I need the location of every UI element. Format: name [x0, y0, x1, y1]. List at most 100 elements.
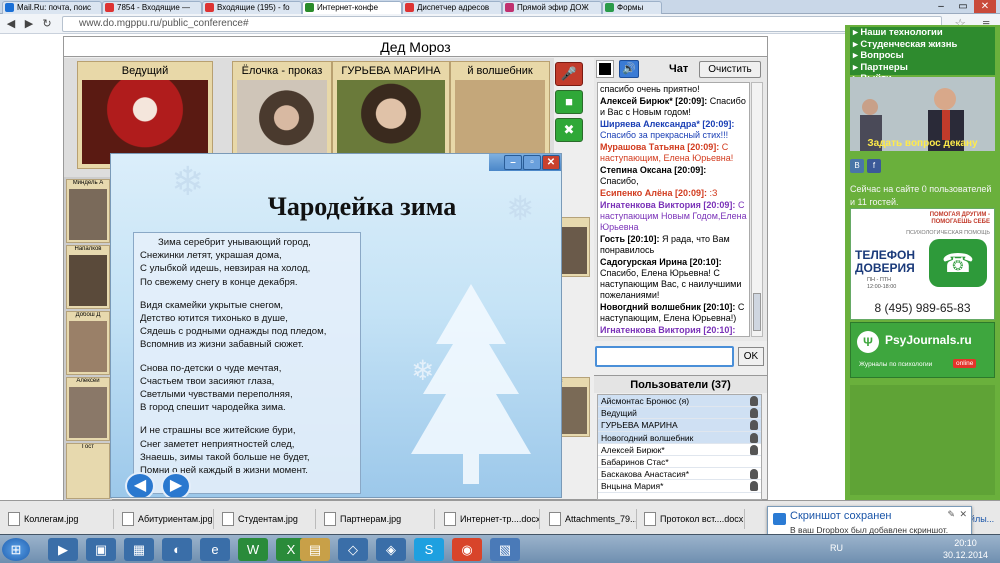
user-name: ГУРЬЕВА МАРИНА: [601, 420, 678, 431]
user-row[interactable]: Ведущий: [598, 407, 761, 420]
text-color-swatch[interactable]: [596, 60, 614, 78]
user-row[interactable]: Алексей Бирюк*: [598, 444, 761, 456]
prev-arrow-icon[interactable]: ◀: [125, 472, 155, 497]
nav-label: Студенческая жизнь: [860, 38, 958, 50]
vk-icon[interactable]: В: [850, 159, 864, 173]
browser-tab[interactable]: Формы: [602, 1, 662, 14]
download-item[interactable]: Студентам.jpg: [218, 509, 316, 529]
media-player-icon[interactable]: ▶: [48, 538, 78, 561]
app-icon[interactable]: ◇: [338, 538, 368, 561]
url-input[interactable]: www.do.mgppu.ru/public_conference#: [62, 16, 942, 32]
send-ok-button[interactable]: OK: [738, 347, 764, 366]
language-indicator[interactable]: RU: [830, 543, 843, 553]
shield-icon[interactable]: ◈: [376, 538, 406, 561]
pin-icon[interactable]: ✎: [947, 509, 955, 520]
media-controls: 🎤 ■ ✖: [554, 59, 592, 149]
download-filename: Студентам.jpg: [238, 514, 298, 524]
browser-tab[interactable]: Mail.Ru: почта, поис: [2, 1, 102, 14]
maximize-icon[interactable]: ▭: [952, 0, 974, 13]
poem-line: Знаешь, зимы такой больше не будет,: [140, 451, 310, 463]
participant-thumb[interactable]: Добош Д: [66, 311, 110, 375]
download-item[interactable]: Коллегам.jpg: [4, 509, 114, 529]
sidebar-nav-item[interactable]: ▸ Вопросы: [850, 50, 995, 62]
ask-dean-banner[interactable]: Задать вопрос декану: [850, 77, 995, 151]
image-viewer-icon[interactable]: ▧: [490, 538, 520, 561]
user-row[interactable]: Новогодний волшебник: [598, 431, 761, 444]
sidebar-nav-item[interactable]: ▸ Наши технологии: [850, 27, 995, 39]
chat-message-input[interactable]: [595, 346, 734, 367]
facebook-icon[interactable]: f: [867, 159, 881, 173]
download-filename: Интернет-тр....docx: [460, 514, 540, 524]
video-feed: [337, 80, 445, 164]
chat-author: Мурашова Татьяна [20:09]:: [600, 142, 720, 152]
forward-icon[interactable]: ▶: [22, 17, 36, 31]
hotline-title-2: ДОВЕРИЯ: [855, 261, 915, 275]
back-icon[interactable]: ◀: [4, 17, 18, 31]
calculator-icon[interactable]: ▦: [124, 538, 154, 561]
thumb-label: Напалков: [74, 246, 102, 252]
close-window-icon[interactable]: ✕: [974, 0, 996, 13]
mic-muted-icon[interactable]: 🎤: [555, 62, 583, 86]
chat-author: Есипенко Алёна [20:09]:: [600, 188, 707, 198]
close-notification-icon[interactable]: ✕: [959, 509, 967, 520]
chrome-icon[interactable]: ◉: [452, 538, 482, 561]
download-item[interactable]: Партнерам.jpg: [320, 509, 435, 529]
explorer-icon[interactable]: ▤: [300, 538, 330, 561]
psyjournals-banner[interactable]: Ψ PsyJournals.ru Журналы по психологии o…: [850, 322, 995, 378]
reload-icon[interactable]: ↻: [40, 17, 54, 31]
internet-explorer-icon[interactable]: e: [200, 538, 230, 561]
download-item[interactable]: Протокол вст....docx: [640, 509, 745, 529]
participant-thumb[interactable]: Гост: [66, 443, 110, 499]
folder-icon[interactable]: ▣: [86, 538, 116, 561]
chat-text: Спасибо, Елена Юрьевна! С наступающим Ва…: [600, 268, 742, 300]
browser-tab[interactable]: Прямой эфир ДОЖ: [502, 1, 602, 14]
camera-icon[interactable]: ■: [555, 90, 583, 114]
users-list: Айсмонтас Бронюс (я) Ведущий ГУРЬЕВА МАРИН…: [597, 394, 762, 500]
system-clock[interactable]: 20:10 30.12.2014: [943, 537, 988, 561]
scrollbar-thumb[interactable]: [753, 293, 761, 331]
start-button[interactable]: ⊞: [2, 538, 30, 561]
ask-dean-link[interactable]: Задать вопрос декану: [850, 138, 995, 149]
settings-tools-icon[interactable]: ✖: [555, 118, 583, 142]
poem-line: Снова по-детски о чуде мечтая,: [140, 362, 282, 374]
user-row[interactable]: Внцына Мария*: [598, 480, 761, 493]
volume-mixer-icon[interactable]: ◐: [162, 538, 192, 561]
close-popup-icon[interactable]: ✕: [542, 155, 560, 170]
file-icon: [122, 512, 134, 526]
chat-message: Ширяева Александра* [20:09]: Спасибо за …: [600, 119, 747, 141]
skype-icon[interactable]: S: [414, 538, 444, 561]
user-row[interactable]: Бабаринов Стас*: [598, 456, 761, 469]
phone-icon: ☎: [929, 239, 987, 287]
download-item[interactable]: Абитуриентам.jpg: [118, 509, 214, 529]
user-name: Алексей Бирюк*: [601, 444, 665, 455]
download-item[interactable]: Интернет-тр....docx: [440, 509, 540, 529]
conference-title: Дед Мороз: [64, 37, 767, 57]
browser-tab[interactable]: Входящие (195) - fo: [202, 1, 302, 14]
poem-line: Видя скамейки укрытые снегом,: [140, 299, 284, 311]
participant-thumb[interactable]: Алексей: [66, 377, 110, 441]
clear-chat-button[interactable]: Очистить: [699, 61, 761, 78]
download-item[interactable]: Attachments_79....zip: [545, 509, 637, 529]
user-row[interactable]: ГУРЬЕВА МАРИНА: [598, 419, 761, 432]
browser-tab[interactable]: Диспетчер адресов: [402, 1, 502, 14]
sidebar-nav-item[interactable]: ▸ Студенческая жизнь: [850, 39, 995, 51]
chat-scrollbar[interactable]: [751, 82, 763, 337]
sidebar-nav-item[interactable]: ▸ Партнеры: [850, 62, 995, 74]
minimize-icon[interactable]: –: [930, 0, 952, 13]
word-icon[interactable]: W: [238, 538, 268, 561]
user-row[interactable]: Баскакова Анастасия*: [598, 468, 761, 481]
minimize-popup-icon[interactable]: –: [504, 155, 522, 170]
hotline-banner[interactable]: ПОМОГАЯ ДРУГИМ - ПОМОГАЕШЬ СЕБЕ ПСИХОЛОГ…: [850, 208, 995, 320]
user-row[interactable]: Айсмонтас Бронюс (я): [598, 395, 761, 408]
participant-thumb[interactable]: Напалков: [66, 245, 110, 309]
poem-line: И не страшны все житейские бури,: [140, 425, 296, 437]
speaker-icon[interactable]: 🔊: [619, 60, 639, 78]
browser-tab[interactable]: 7854 - Входящие —: [102, 1, 202, 14]
next-arrow-icon[interactable]: ▶: [161, 472, 191, 497]
participant-thumb[interactable]: Миндель А: [66, 179, 110, 243]
thumb-label: Миндель А: [72, 180, 104, 186]
maximize-popup-icon[interactable]: ▫: [523, 155, 541, 170]
chat-message: Новогдний волшебник [20:10]: С наступающ…: [600, 302, 747, 324]
browser-tab[interactable]: Интернет-конфе: [302, 1, 402, 14]
chat-author: Ширяева Александра* [20:09]:: [600, 119, 735, 129]
